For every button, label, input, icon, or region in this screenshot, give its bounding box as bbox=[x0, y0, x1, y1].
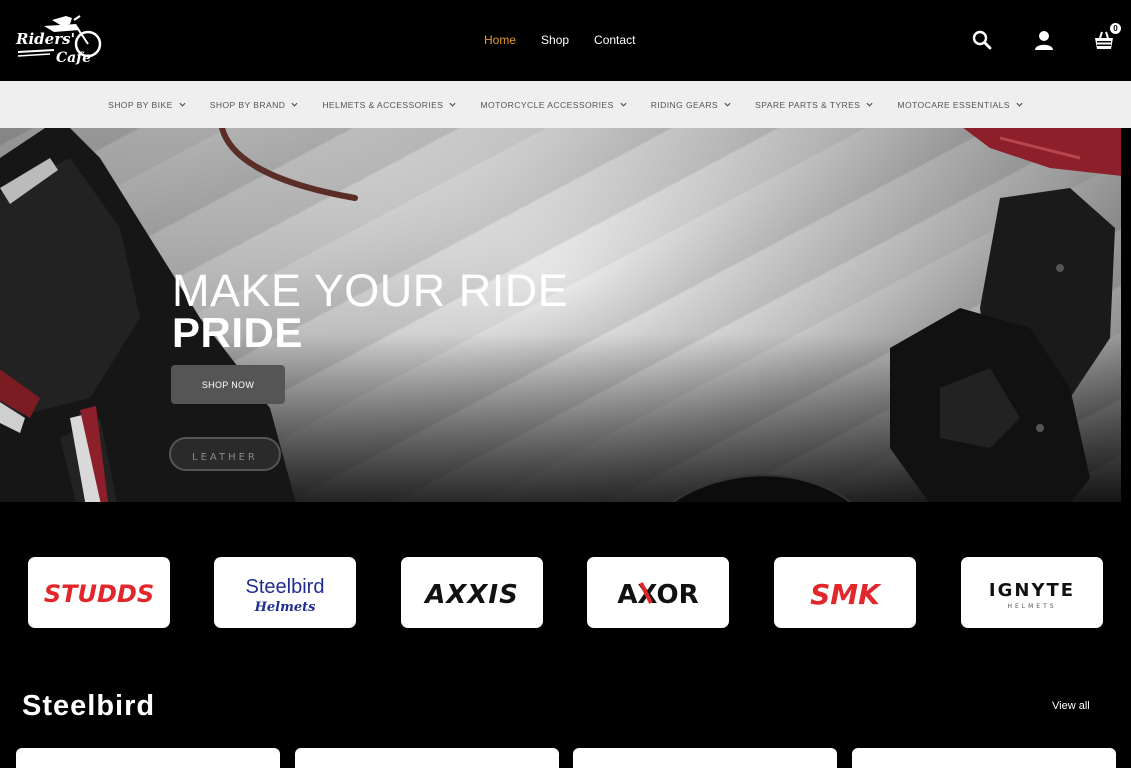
svg-text:AXXIS: AXXIS bbox=[423, 580, 519, 610]
product-card[interactable] bbox=[295, 748, 559, 768]
product-card[interactable] bbox=[16, 748, 280, 768]
svg-text:IGNYTE: IGNYTE bbox=[989, 580, 1075, 601]
product-card[interactable] bbox=[573, 748, 837, 768]
category-label: SPARE PARTS & TYRES bbox=[755, 99, 861, 110]
chevron-down-icon bbox=[291, 102, 298, 107]
section-title: Steelbird bbox=[22, 690, 156, 722]
category-helmets-accessories[interactable]: HELMETS & ACCESSORIES bbox=[310, 100, 468, 110]
brand-axor[interactable]: AXOR bbox=[587, 557, 729, 628]
svg-text:HELMETS: HELMETS bbox=[1007, 603, 1056, 610]
steelbird-logo: Steelbird Helmets bbox=[246, 576, 325, 615]
view-all-link[interactable]: View all bbox=[1052, 700, 1090, 712]
axxis-logo: AXXIS bbox=[423, 580, 519, 610]
category-label: RIDING GEARS bbox=[650, 99, 719, 110]
svg-text:AXOR: AXOR bbox=[617, 580, 698, 610]
category-motocare-essentials[interactable]: MOTOCARE ESSENTIALS bbox=[885, 100, 1035, 110]
brand-studds[interactable]: STUDDS bbox=[28, 557, 170, 628]
nav-home[interactable]: Home bbox=[484, 33, 516, 47]
chevron-down-icon bbox=[179, 102, 186, 107]
user-icon[interactable] bbox=[1032, 28, 1056, 52]
search-icon[interactable] bbox=[970, 28, 994, 52]
category-label: MOTOCARE ESSENTIALS bbox=[897, 99, 1010, 110]
studds-logo: STUDDS bbox=[44, 580, 154, 608]
category-label: SHOP BY BIKE bbox=[108, 99, 173, 110]
svg-text:Riders': Riders' bbox=[15, 30, 75, 48]
hero-title-line1: MAKE YOUR RIDE bbox=[172, 265, 569, 316]
brand-logos: STUDDS Steelbird Helmets AXXIS AXOR SMK … bbox=[0, 557, 1131, 629]
svg-text:Steelbird: Steelbird bbox=[246, 576, 325, 598]
cart-count-badge: 0 bbox=[1109, 22, 1122, 35]
category-spare-parts-tyres[interactable]: SPARE PARTS & TYRES bbox=[743, 100, 885, 110]
helmet-image bbox=[671, 474, 852, 502]
category-shop-by-brand[interactable]: SHOP BY BRAND bbox=[198, 100, 311, 110]
chevron-down-icon bbox=[620, 102, 627, 107]
hero-title-line2: PRIDE bbox=[172, 309, 303, 356]
category-riding-gears[interactable]: RIDING GEARS bbox=[639, 100, 743, 110]
category-shop-by-bike[interactable]: SHOP BY BIKE bbox=[96, 100, 198, 110]
svg-text:Helmets: Helmets bbox=[254, 600, 317, 615]
product-card-row bbox=[0, 748, 1131, 768]
chevron-down-icon bbox=[1016, 102, 1023, 107]
category-motorcycle-accessories[interactable]: MOTORCYCLE ACCESSORIES bbox=[468, 100, 638, 110]
chevron-down-icon bbox=[449, 102, 456, 107]
product-card[interactable] bbox=[852, 748, 1116, 768]
axor-logo: AXOR bbox=[617, 580, 698, 610]
category-bar: SHOP BY BIKE SHOP BY BRAND HELMETS & ACC… bbox=[0, 81, 1131, 128]
brand-ignyte[interactable]: IGNYTE HELMETS bbox=[961, 557, 1103, 628]
site-header: Riders' Cafe Home Shop Contact 0 bbox=[0, 0, 1131, 81]
shop-now-button[interactable]: SHOP NOW bbox=[171, 365, 285, 404]
chevron-down-icon bbox=[866, 102, 873, 107]
category-label: SHOP BY BRAND bbox=[209, 99, 286, 110]
cart-icon[interactable]: 0 bbox=[1092, 22, 1122, 52]
ignyte-logo: IGNYTE HELMETS bbox=[989, 580, 1075, 610]
brand-axxis[interactable]: AXXIS bbox=[401, 557, 543, 628]
leather-gloves-image bbox=[890, 188, 1115, 502]
brand-smk[interactable]: SMK bbox=[774, 557, 916, 628]
category-label: HELMETS & ACCESSORIES bbox=[322, 99, 444, 110]
svg-text:SMK: SMK bbox=[810, 578, 882, 611]
category-label: MOTORCYCLE ACCESSORIES bbox=[480, 99, 614, 110]
jacket-patch-text: LEATHER bbox=[192, 452, 258, 463]
svg-text:STUDDS: STUDDS bbox=[44, 580, 154, 608]
nav-contact[interactable]: Contact bbox=[594, 33, 635, 47]
brand-steelbird[interactable]: Steelbird Helmets bbox=[214, 557, 356, 628]
nav-shop[interactable]: Shop bbox=[541, 33, 569, 47]
smk-logo: SMK bbox=[810, 578, 882, 611]
riders-cafe-logo[interactable]: Riders' Cafe bbox=[14, 10, 106, 70]
hero-banner: LEATHER MAKE YOUR RIDE PRIDE SHOP NOW bbox=[0, 128, 1121, 502]
svg-text:Cafe: Cafe bbox=[56, 50, 91, 66]
main-nav: Home Shop Contact bbox=[484, 33, 635, 47]
chevron-down-icon bbox=[724, 102, 731, 107]
